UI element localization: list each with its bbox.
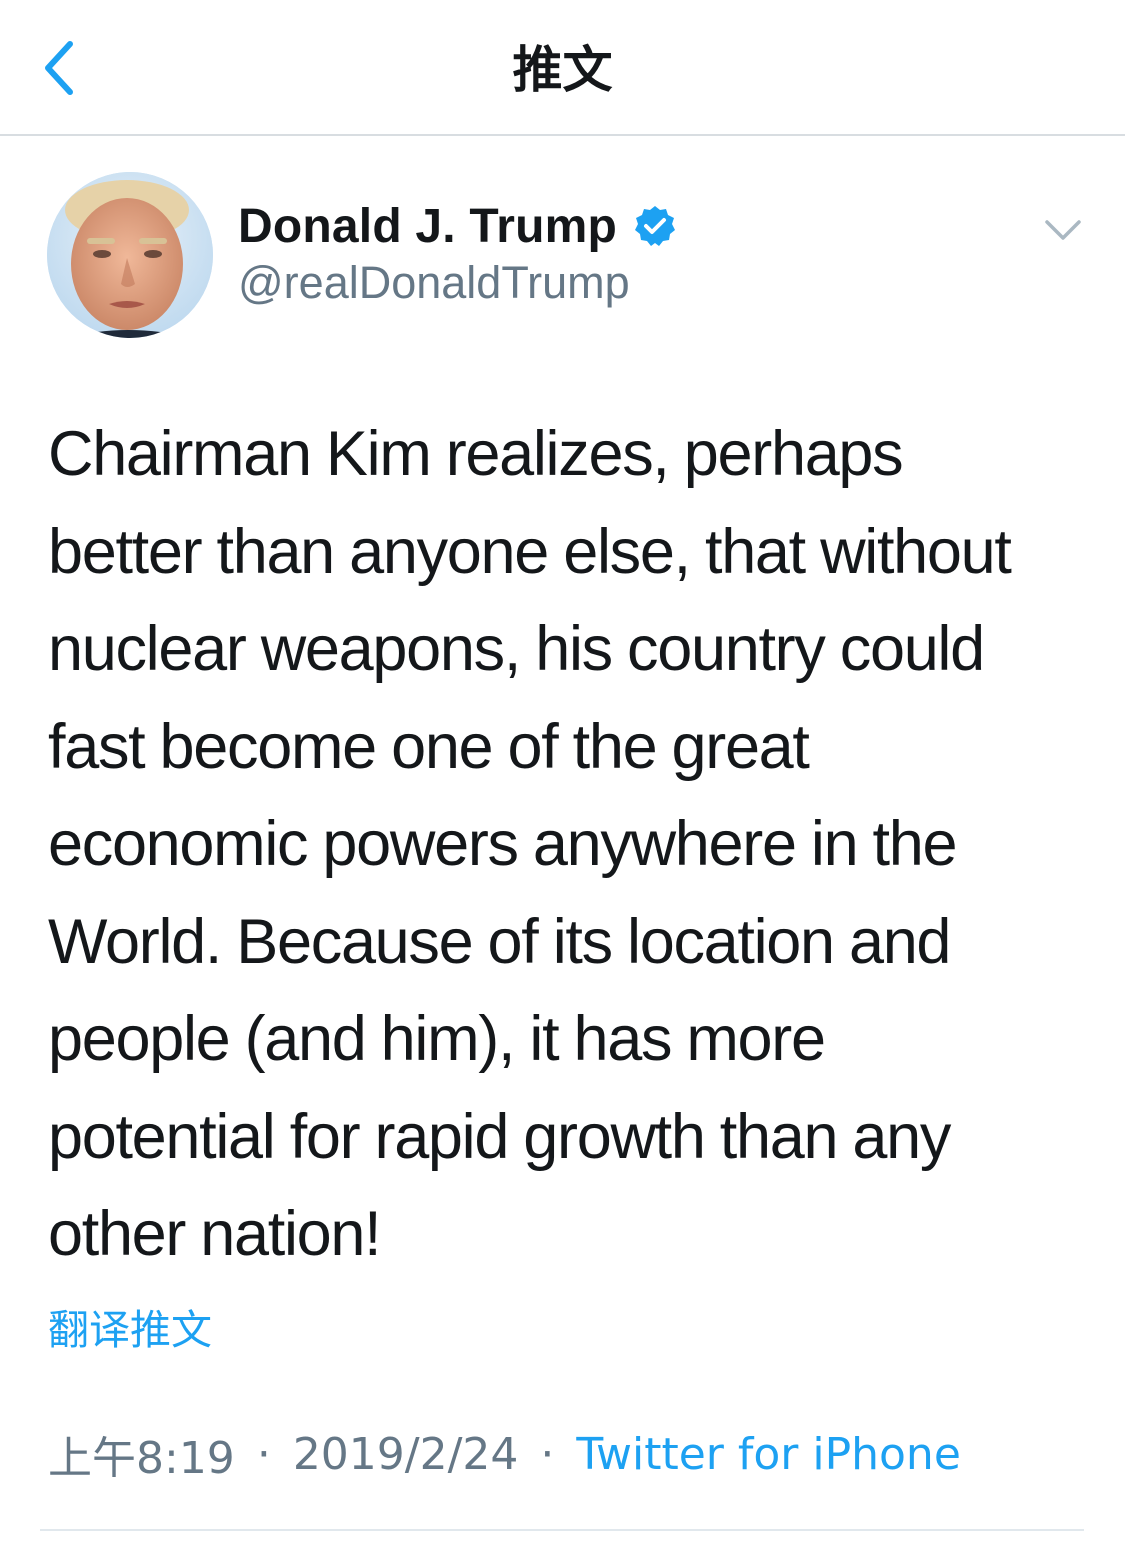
tweet-text: Chairman Kim realizes, perhaps better th… — [48, 419, 1012, 1269]
translate-tweet-link[interactable]: 翻译推文 — [48, 1302, 212, 1358]
verified-badge-icon — [635, 206, 676, 246]
display-name[interactable]: Donald J. Trump — [238, 199, 617, 254]
author-name-row[interactable]: Donald J. Trump — [238, 195, 677, 257]
divider — [40, 1529, 1084, 1531]
tweet-source-link[interactable]: Twitter for iPhone — [576, 1429, 960, 1480]
navigation-bar: 推文 — [0, 0, 1125, 136]
tweet-time: 上午8:19 — [48, 1433, 235, 1484]
user-handle[interactable]: @realDonaldTrump — [238, 253, 630, 313]
avatar[interactable] — [47, 172, 213, 338]
meta-separator: · — [256, 1428, 271, 1480]
tweet-date: 2019/2/24 — [292, 1428, 519, 1480]
chevron-down-icon — [1045, 220, 1081, 240]
meta-separator: · — [540, 1428, 555, 1480]
tweet-menu-button[interactable] — [1038, 208, 1088, 252]
tweet-meta: 上午8:19 · 2019/2/24 · Twitter for iPhone — [48, 1424, 961, 1485]
page-title: 推文 — [512, 41, 613, 99]
profile-photo — [47, 172, 213, 338]
